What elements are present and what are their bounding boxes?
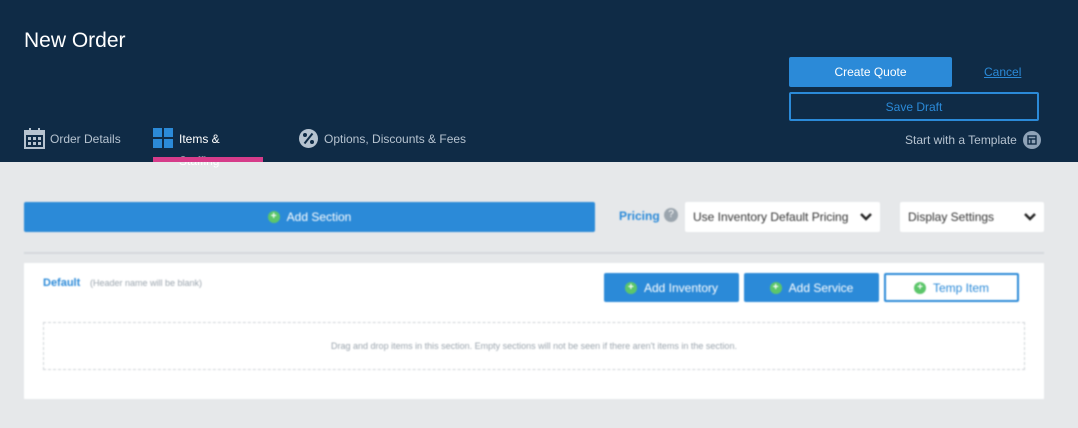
tab-label: Order Details: [50, 132, 121, 146]
tab-label: Items & Staffing: [179, 132, 220, 168]
drop-zone[interactable]: Drag and drop items in this section. Emp…: [43, 322, 1025, 370]
add-service-label: Add Service: [788, 280, 854, 295]
tab-items-staffing[interactable]: Items & Staffing: [153, 128, 263, 168]
section-panel-default: Default (Header name will be blank) + Ad…: [24, 263, 1044, 399]
pricing-label: Pricing: [619, 209, 660, 223]
grid-icon: [153, 128, 174, 149]
chevron-down-icon: [1024, 210, 1036, 224]
cancel-link[interactable]: Cancel: [984, 65, 1021, 79]
temp-item-label: Temp Item: [932, 280, 989, 295]
template-label: Start with a Template: [905, 133, 1017, 147]
pricing-select[interactable]: Use Inventory Default Pricing: [685, 202, 880, 232]
save-draft-button[interactable]: Save Draft: [789, 92, 1039, 121]
display-settings-select[interactable]: Display Settings: [900, 202, 1044, 232]
divider: [24, 252, 1044, 254]
plus-icon: +: [913, 281, 926, 294]
page-title: New Order: [24, 29, 126, 52]
percent-badge-icon: [298, 128, 319, 149]
tab-options-discounts-fees[interactable]: Options, Discounts & Fees: [298, 128, 466, 162]
pricing-selected-value: Use Inventory Default Pricing: [693, 210, 849, 224]
start-with-template-link[interactable]: Start with a Template: [905, 131, 1041, 149]
tab-label: Options, Discounts & Fees: [324, 132, 467, 146]
chevron-down-icon: [860, 210, 872, 224]
add-inventory-button[interactable]: + Add Inventory: [604, 273, 739, 302]
calendar-icon: [24, 128, 45, 149]
create-quote-button[interactable]: Create Quote: [789, 57, 952, 87]
plus-icon: +: [769, 281, 782, 294]
tab-order-details[interactable]: Order Details: [24, 128, 121, 162]
add-service-button[interactable]: + Add Service: [744, 273, 879, 302]
section-name[interactable]: Default: [43, 277, 80, 289]
drop-zone-hint: Drag and drop items in this section. Emp…: [331, 341, 737, 351]
temp-item-button[interactable]: + Temp Item: [884, 273, 1019, 302]
help-icon[interactable]: ?: [664, 208, 678, 222]
section-header-hint: (Header name will be blank): [90, 278, 203, 288]
add-section-button[interactable]: + Add Section: [24, 202, 595, 232]
add-inventory-label: Add Inventory: [643, 280, 719, 295]
template-icon: [1022, 131, 1041, 149]
app-header: New Order Create Quote Cancel Save Draft…: [0, 0, 1078, 168]
plus-icon: +: [267, 211, 280, 223]
plus-icon: +: [624, 281, 637, 294]
add-section-label: Add Section: [286, 210, 352, 224]
display-settings-label: Display Settings: [908, 210, 995, 224]
